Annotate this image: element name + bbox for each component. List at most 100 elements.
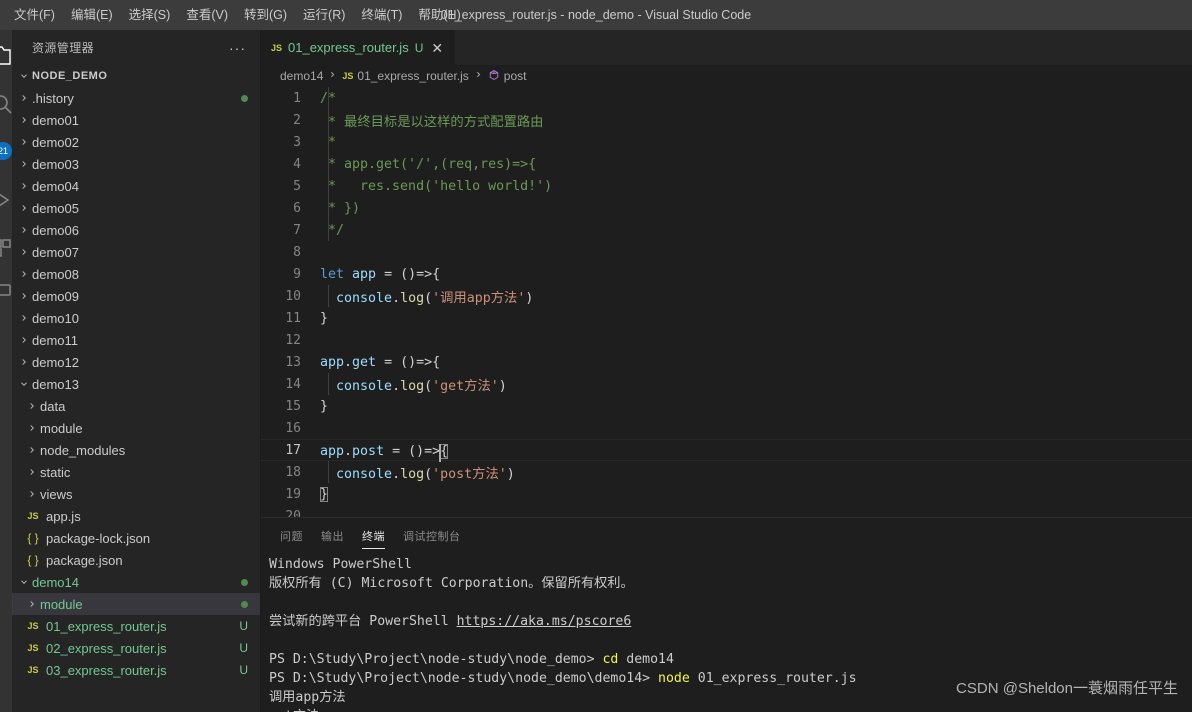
tree-root-node-demo[interactable]: NODE_DEMO [12,65,260,87]
terminal-output[interactable]: Windows PowerShell 版权所有 (C) Microsoft Cor… [261,553,1192,712]
tree-item-label: demo04 [32,178,79,194]
chevron-right-icon [24,401,40,412]
line-number: 5 [293,178,301,194]
code-token: app [352,266,377,282]
panel-tab-2[interactable]: 终端 [362,518,385,553]
tree-item-node_modules[interactable]: node_modules [12,439,260,461]
tree-item-module[interactable]: module [12,417,260,439]
breadcrumb-item-folder[interactable]: demo14 [280,69,323,83]
tree-item-app-js[interactable]: JS app.js [12,505,260,527]
panel-tab-3[interactable]: 调试控制台 [403,518,461,553]
menu-item-6[interactable]: 终端(T) [353,4,410,26]
tree-item-demo01[interactable]: demo01 [12,109,260,131]
tree-item-label: package-lock.json [46,530,151,546]
menu-item-2[interactable]: 选择(S) [121,4,179,26]
tree-item-demo02[interactable]: demo02 [12,131,260,153]
code-line: 20 [261,505,1192,518]
js-file-icon: JS [27,643,39,653]
tree-item-label: demo14 [32,574,79,590]
tree-item-label: data [40,398,66,414]
breadcrumb-label: demo14 [280,69,324,83]
menu-item-3[interactable]: 查看(V) [178,4,236,26]
tree-item-demo10[interactable]: demo10 [12,307,260,329]
code-token: } [320,398,329,414]
tree-item-label: views [40,486,73,502]
code-token: . [392,290,401,306]
tree-item-demo05[interactable]: demo05 [12,197,260,219]
tree-item-demo08[interactable]: demo08 [12,263,260,285]
code-line: 4 * app.get('/',(req,res)=>{ [261,153,1192,175]
tree-item-demo06[interactable]: demo06 [12,219,260,241]
breadcrumb-label: 01_express_router.js [357,69,469,83]
code-token: . [344,354,353,370]
breadcrumb-item-js[interactable]: JS 01_express_router.js [342,69,468,83]
title-bar: 文件(F) 编辑(E) 选择(S) 查看(V) 转到(G) 运行(R) 终端(T) 帮助(H)… [0,0,1192,30]
tree-item-label: demo02 [32,134,79,150]
tree-item-01_express_router-js[interactable]: JS 01_express_router.js U [12,615,260,637]
chevron-right-icon [24,423,40,434]
tree-item-demo03[interactable]: demo03 [12,153,260,175]
menu-item-1[interactable]: 编辑(E) [63,4,121,26]
tab-01-express-router-js[interactable]: JS 01_express_router.js U ✕ [261,30,457,65]
remote-icon[interactable] [0,266,12,314]
tree-item-module[interactable]: module [12,593,260,615]
menu-item-5[interactable]: 运行(R) [295,4,353,26]
text-cursor [439,444,442,462]
tree-item-demo09[interactable]: demo09 [12,285,260,307]
tree-item--history[interactable]: .history [12,87,260,109]
code-line: 5 * res.send('hello world!') [261,175,1192,197]
chevron-down-icon [16,71,32,82]
terminal-link[interactable]: https://aka.ms/pscore6 [457,614,632,629]
tree-item-demo07[interactable]: demo07 [12,241,260,263]
tree-item-02_express_router-js[interactable]: JS 02_express_router.js U [12,637,260,659]
code-token: { [440,444,449,459]
extensions-icon[interactable] [0,224,12,272]
explorer-icon[interactable] [0,32,12,80]
code-token: ( [424,466,433,482]
json-file-icon: { } [27,531,39,545]
tree-item-label: demo03 [32,156,79,172]
menu-item-0[interactable]: 文件(F) [6,4,63,26]
tree-item-static[interactable]: static [12,461,260,483]
menu-item-7[interactable]: 帮助(H) [410,4,468,26]
menu-item-4[interactable]: 转到(G) [236,4,295,26]
panel-tab-label: 输出 [321,530,344,543]
code-token: = ()=>{ [376,266,441,282]
code-text: console.log('post方法') [317,463,515,482]
code-text: * [317,135,336,150]
panel-tab-label: 问题 [280,530,303,543]
run-debug-icon[interactable] [0,176,12,224]
panel-tab-1[interactable]: 输出 [321,518,344,553]
tree-item-package-lock-json[interactable]: { } package-lock.json [12,527,260,549]
terminal-line: 版权所有 (C) Microsoft Corporation。保留所有权利。 [269,574,1192,593]
line-number: 6 [293,200,301,216]
tree-item-03_express_router-js[interactable]: JS 03_express_router.js U [12,659,260,681]
terminal-text: 版权所有 (C) Microsoft Corporation。保留所有权利。 [269,576,634,591]
tree-item-demo04[interactable]: demo04 [12,175,260,197]
close-icon[interactable]: ✕ [429,41,445,55]
tree-item-views[interactable]: views [12,483,260,505]
chevron-right-icon [16,335,32,346]
tree-item-label: demo12 [32,354,79,370]
tree-item-demo13[interactable]: demo13 [12,373,260,395]
tree-item-demo14[interactable]: demo14 [12,571,260,593]
line-number: 14 [285,376,301,392]
tree-item-package-json[interactable]: { } package.json [12,549,260,571]
tree-item-demo11[interactable]: demo11 [12,329,260,351]
search-icon[interactable] [0,80,12,128]
tree-item-data[interactable]: data [12,395,260,417]
tree-item-label: package.json [46,552,123,568]
tree-item-demo12[interactable]: demo12 [12,351,260,373]
explorer-more-actions-icon[interactable]: ··· [229,40,252,56]
terminal-text: 尝试新的跨平台 PowerShell [269,614,457,629]
terminal-line: Windows PowerShell [269,555,1192,574]
line-number: 8 [293,244,301,260]
code-editor[interactable]: 1/*2 * 最终目标是以这样的方式配置路由3 *4 * app.get('/'… [261,87,1192,517]
panel-tab-0[interactable]: 问题 [280,518,303,553]
code-text: /* [317,91,336,106]
js-file-icon: JS [342,71,354,81]
code-token: app [320,354,345,370]
line-number: 13 [285,354,301,370]
breadcrumb-item-symbol[interactable]: post [488,69,526,84]
git-status-dot [241,94,260,102]
